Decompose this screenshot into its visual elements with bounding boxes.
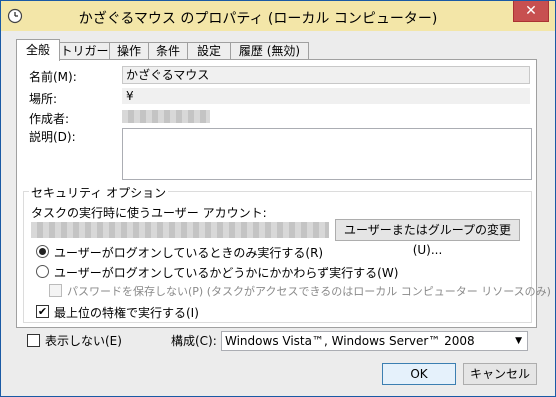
radio-run-whether-logged-on[interactable] (36, 265, 49, 278)
tab-triggers[interactable]: トリガー (59, 42, 110, 60)
configure-select[interactable]: Windows Vista™, Windows Server™ 2008 ▼ (221, 331, 528, 351)
ok-button[interactable]: OK (382, 363, 456, 385)
name-label: 名前(M): (29, 70, 77, 84)
description-label: 説明(D): (29, 130, 76, 144)
radio-run-logged-on[interactable] (36, 245, 49, 258)
do-not-store-password-label: パスワードを保存しない(P) (タスクがアクセスできるのはローカル コンピュータ… (67, 285, 551, 298)
configure-label: 構成(C): (171, 334, 217, 348)
chevron-down-icon: ▼ (515, 336, 522, 346)
close-button[interactable]: ✕ (513, 1, 549, 22)
hidden-checkbox[interactable] (27, 334, 40, 347)
cancel-button[interactable]: キャンセル (463, 363, 537, 385)
radio-run-whether-logged-on-label[interactable]: ユーザーがログオンしているかどうかにかかわらず実行する(W) (54, 264, 398, 281)
location-value: ¥ (122, 88, 530, 104)
location-label: 場所: (29, 92, 58, 106)
tab-actions[interactable]: 操作 (109, 42, 149, 60)
tab-general[interactable]: 全般 (16, 39, 60, 61)
hidden-label[interactable]: 表示しない(E) (45, 332, 122, 349)
tab-settings[interactable]: 設定 (187, 42, 231, 60)
account-value-redacted (31, 222, 329, 238)
tab-conditions[interactable]: 条件 (148, 42, 188, 60)
security-options-title: セキュリティ オプション (29, 184, 169, 201)
task-properties-dialog: かざぐるマウス のプロパティ (ローカル コンピューター) ✕ 全般 トリガー … (0, 0, 556, 397)
configure-select-value: Windows Vista™, Windows Server™ 2008 (225, 334, 475, 348)
radio-run-logged-on-label[interactable]: ユーザーがログオンしているときのみ実行する(R) (54, 244, 323, 261)
do-not-store-password-checkbox[interactable] (49, 284, 62, 297)
account-label: タスクの実行時に使うユーザー アカウント: (31, 206, 267, 220)
tab-history[interactable]: 履歴 (無効) (230, 42, 309, 60)
description-field[interactable] (122, 128, 532, 180)
window-title: かざぐるマウス のプロパティ (ローカル コンピューター) (78, 11, 438, 27)
highest-privileges-label[interactable]: 最上位の特権で実行する(I) (54, 304, 199, 321)
name-field[interactable]: かざぐるマウス (122, 66, 530, 84)
highest-privileges-checkbox[interactable]: ✔ (36, 305, 49, 318)
general-tab-panel: 名前(M): かざぐるマウス 場所: ¥ 作成者: 説明(D): セキュリティ … (16, 59, 551, 328)
author-label: 作成者: (29, 112, 70, 126)
change-user-button[interactable]: ユーザーまたはグループの変更(U)... (335, 219, 520, 257)
author-value-redacted (122, 110, 210, 123)
title-bar: かざぐるマウス のプロパティ (ローカル コンピューター) ✕ (1, 1, 555, 31)
